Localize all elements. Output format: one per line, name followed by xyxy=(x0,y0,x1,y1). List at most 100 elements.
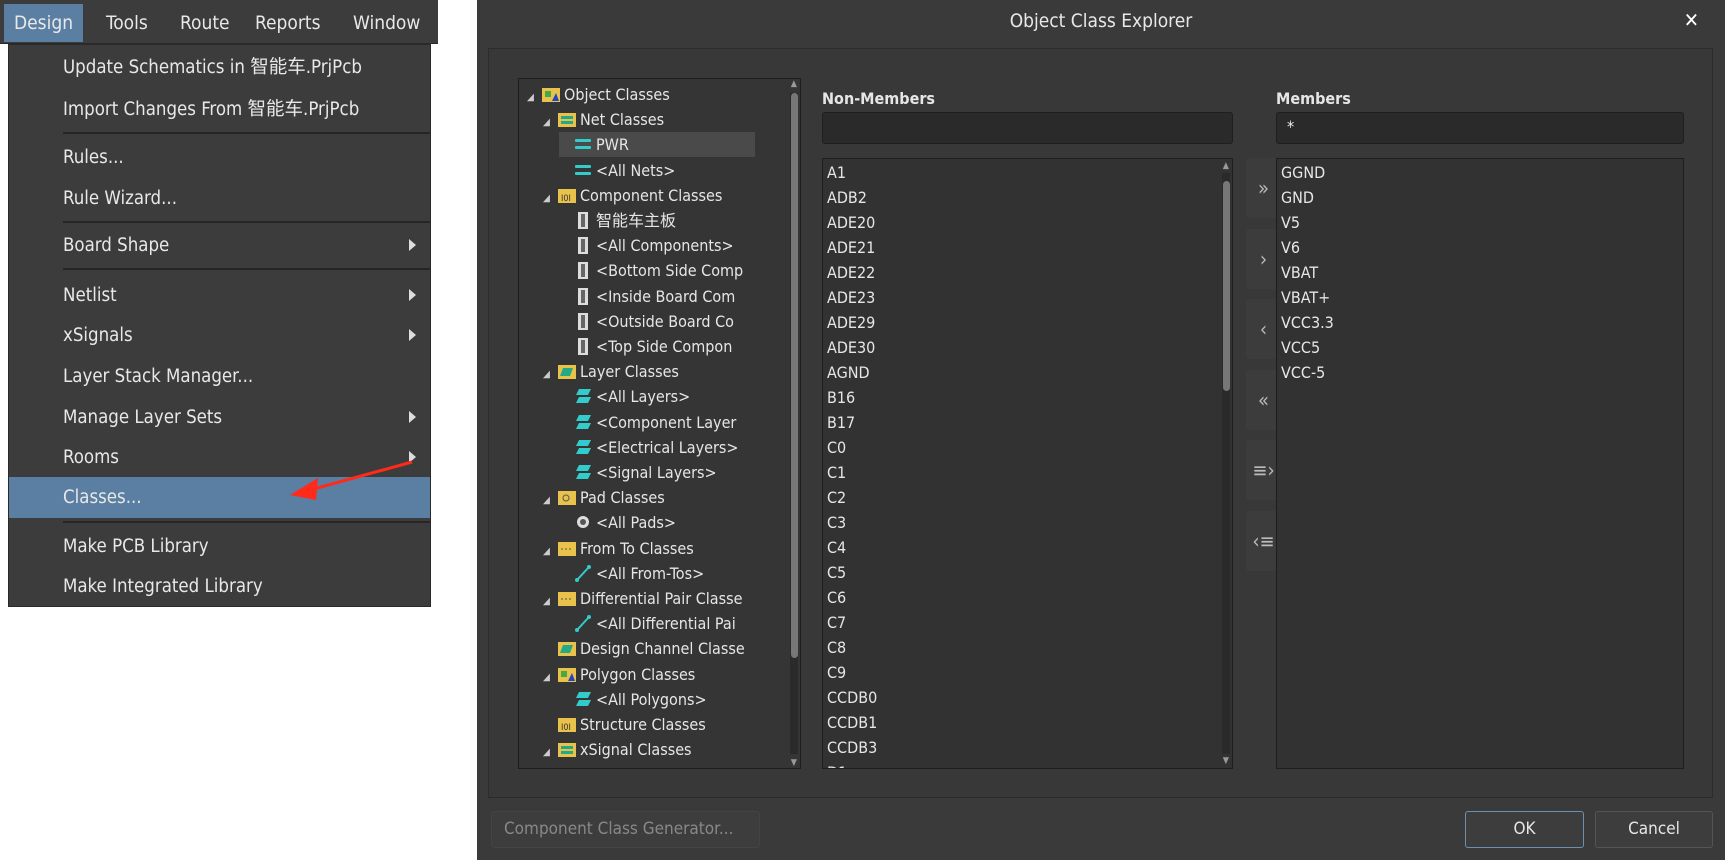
list-item[interactable]: C0 xyxy=(827,435,846,460)
list-item[interactable]: VCC-5 xyxy=(1281,360,1325,385)
menu-item-netlist[interactable]: Netlist xyxy=(9,275,430,316)
menu-item-board-shape[interactable]: Board Shape xyxy=(9,225,430,266)
tree-item[interactable]: <All Polygons> xyxy=(559,687,707,712)
list-item[interactable]: C6 xyxy=(827,585,846,610)
list-item[interactable]: C9 xyxy=(827,660,846,685)
list-item[interactable]: ADE20 xyxy=(827,210,875,235)
tree-item[interactable]: ◢ xSignal Classes xyxy=(543,737,692,762)
tree-item[interactable]: <Component Layer xyxy=(559,410,736,435)
tree-item[interactable]: <All Components> xyxy=(559,233,734,258)
submenu-arrow-icon xyxy=(409,289,416,301)
tree-item[interactable]: ◢ Layer Classes xyxy=(543,359,679,384)
list-item[interactable]: ADB2 xyxy=(827,185,867,210)
collapse-arrow-icon[interactable]: ◢ xyxy=(543,589,557,614)
menu-item-rules[interactable]: Rules... xyxy=(9,137,430,178)
menu-item-make-integrated-library[interactable]: Make Integrated Library xyxy=(9,566,430,607)
list-item[interactable]: GGND xyxy=(1281,160,1325,185)
close-icon[interactable]: ✕ xyxy=(1684,8,1699,32)
tree-item[interactable]: 智能车主板 xyxy=(559,208,676,233)
collapse-arrow-icon[interactable]: ◢ xyxy=(543,740,557,765)
tree-item[interactable]: ◢ I0I Component Classes xyxy=(543,183,722,208)
non-members-filter-input[interactable] xyxy=(822,112,1233,144)
menubar-design[interactable]: Design xyxy=(4,4,84,42)
tree-item[interactable]: <Signal Layers> xyxy=(559,460,717,485)
list-item[interactable]: C1 xyxy=(827,460,846,485)
tree-item[interactable]: Design Channel Classe xyxy=(543,636,745,661)
list-item[interactable]: ADE23 xyxy=(827,285,875,310)
tree-item[interactable]: <Inside Board Com xyxy=(559,284,735,309)
list-item[interactable]: A1 xyxy=(827,160,846,185)
tree-item[interactable]: PWR xyxy=(559,132,755,158)
tree-item[interactable]: <All From-Tos> xyxy=(559,561,704,586)
menubar-route[interactable]: Route xyxy=(170,4,240,42)
tree-item[interactable]: ◢ From To Classes xyxy=(543,536,694,561)
list-item[interactable]: V6 xyxy=(1281,235,1300,260)
list-item[interactable]: AGND xyxy=(827,360,870,385)
collapse-arrow-icon[interactable]: ◢ xyxy=(543,539,557,564)
list-item[interactable]: C4 xyxy=(827,535,846,560)
tree-scrollbar[interactable] xyxy=(790,93,798,754)
collapse-arrow-icon[interactable]: ◢ xyxy=(543,362,557,387)
list-item[interactable]: D1 xyxy=(827,760,847,768)
list-item[interactable]: VCC3.3 xyxy=(1281,310,1334,335)
menu-item-update-schematics-in-prjpcb[interactable]: Update Schematics in 智能车.PrjPcb xyxy=(9,47,430,88)
list-item[interactable]: C3 xyxy=(827,510,846,535)
list-item[interactable]: B16 xyxy=(827,385,855,410)
non-members-scrollbar[interactable] xyxy=(1222,173,1230,754)
menu-item-rooms[interactable]: Rooms xyxy=(9,437,430,478)
tree-item[interactable]: <Electrical Layers> xyxy=(559,435,738,460)
menu-item-make-pcb-library[interactable]: Make PCB Library xyxy=(9,526,430,567)
tree-item[interactable]: ◢ Differential Pair Classe xyxy=(543,586,742,611)
menu-item-rule-wizard[interactable]: Rule Wizard... xyxy=(9,178,430,219)
tree-item[interactable]: I0I Structure Classes xyxy=(543,712,706,737)
list-item[interactable]: CCDB1 xyxy=(827,710,877,735)
collapse-arrow-icon[interactable]: ◢ xyxy=(543,110,557,135)
list-item[interactable]: C8 xyxy=(827,635,846,660)
menu-item-xsignals[interactable]: xSignals xyxy=(9,315,430,356)
ok-button[interactable]: OK xyxy=(1465,811,1584,848)
collapse-arrow-icon[interactable]: ◢ xyxy=(543,665,557,690)
list-item[interactable]: ADE21 xyxy=(827,235,875,260)
svg-text:I0I: I0I xyxy=(561,723,571,733)
tree-item[interactable]: <All xSignals> xyxy=(559,762,703,768)
tree-item[interactable]: <All Layers> xyxy=(559,384,690,409)
tree-item[interactable]: ◢ Pad Classes xyxy=(543,485,665,510)
collapse-arrow-icon[interactable]: ◢ xyxy=(543,186,557,211)
menu-item-manage-layer-sets[interactable]: Manage Layer Sets xyxy=(9,397,430,438)
collapse-arrow-icon[interactable]: ◢ xyxy=(543,488,557,513)
tree-item[interactable]: <All Nets> xyxy=(559,158,675,183)
menu-item-layer-stack-manager[interactable]: Layer Stack Manager... xyxy=(9,356,430,397)
menubar-window[interactable]: Window xyxy=(343,4,430,42)
tree-item[interactable]: ◢ Polygon Classes xyxy=(543,662,695,687)
tree-item[interactable]: <Bottom Side Comp xyxy=(559,258,743,283)
list-item[interactable]: CCDB0 xyxy=(827,685,877,710)
tree-item[interactable]: <All Pads> xyxy=(559,510,676,535)
list-item[interactable]: C2 xyxy=(827,485,846,510)
menu-item-import-changes-from-prjpcb[interactable]: Import Changes From 智能车.PrjPcb xyxy=(9,89,430,130)
list-item[interactable]: V5 xyxy=(1281,210,1300,235)
tree-item[interactable]: ◢ Net Classes xyxy=(543,107,664,132)
list-item[interactable]: CCDB3 xyxy=(827,735,877,760)
collapse-arrow-icon[interactable]: ◢ xyxy=(527,85,541,110)
list-item[interactable]: ADE22 xyxy=(827,260,875,285)
tree-item[interactable]: <Outside Board Co xyxy=(559,309,734,334)
tree-item[interactable]: <All Differential Pai xyxy=(559,611,736,636)
cancel-button[interactable]: Cancel xyxy=(1595,811,1713,848)
list-item[interactable]: B17 xyxy=(827,410,855,435)
menubar-tools[interactable]: Tools xyxy=(96,4,158,42)
tree-item[interactable]: ◢ Object Classes xyxy=(527,82,670,107)
list-item[interactable]: ADE29 xyxy=(827,310,875,335)
list-item[interactable]: C5 xyxy=(827,560,846,585)
list-item[interactable]: ADE30 xyxy=(827,335,875,360)
component-icon xyxy=(578,237,588,255)
list-item[interactable]: VBAT xyxy=(1281,260,1318,285)
list-item[interactable]: C7 xyxy=(827,610,846,635)
component-class-generator-button[interactable]: Component Class Generator... xyxy=(491,811,760,848)
members-filter-input[interactable]: * xyxy=(1276,112,1684,144)
tree-item[interactable]: <Top Side Compon xyxy=(559,334,732,359)
list-item[interactable]: VBAT+ xyxy=(1281,285,1330,310)
menubar-reports[interactable]: Reports xyxy=(245,4,330,42)
list-item[interactable]: GND xyxy=(1281,185,1314,210)
menu-item-classes[interactable]: Classes... xyxy=(9,477,430,518)
list-item[interactable]: VCC5 xyxy=(1281,335,1320,360)
